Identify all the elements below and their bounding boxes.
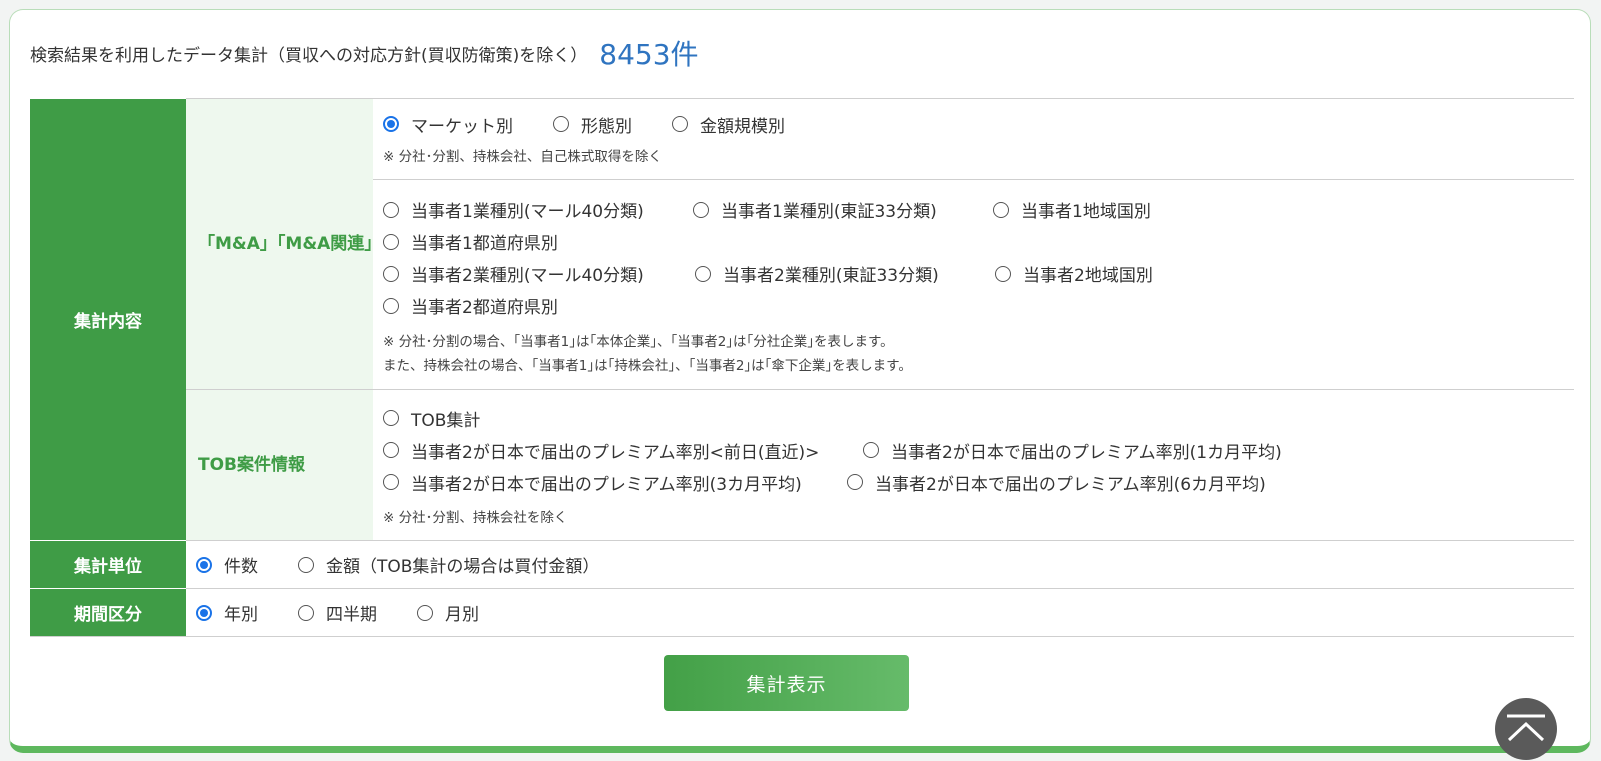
aggregation-form: 集計内容 「M&A」「M&A関連」 マーケット別 形態別 金額規模別 ※ 分社･… xyxy=(30,97,1574,637)
radio-circle[interactable] xyxy=(196,556,212,573)
radio-circle[interactable] xyxy=(417,604,433,621)
aggregate-button[interactable]: 集計表示 xyxy=(664,655,909,711)
radio-circle[interactable] xyxy=(298,604,314,621)
radio-label: 当事者2都道府県別 xyxy=(411,298,558,319)
radio-circle[interactable] xyxy=(847,474,863,490)
period-options: 年別 四半期 月別 xyxy=(186,588,1574,637)
radio-label: 月別 xyxy=(445,605,479,625)
radio-p2-industry-tse[interactable]: 当事者2業種別(東証33分類) xyxy=(695,261,995,286)
radio-label: 当事者2が日本で届出のプレミアム率別(3カ月平均) xyxy=(411,474,802,495)
period-label: 期間区分 xyxy=(30,588,186,637)
radio-p1-prefecture[interactable]: 当事者1都道府県別 xyxy=(383,229,558,254)
aggregation-panel: 検索結果を利用したデータ集計（買収への対応方針(買収防衛策)を除く） 8453件… xyxy=(9,9,1591,753)
radio-circle[interactable] xyxy=(383,265,399,282)
radio-p1-region[interactable]: 当事者1地域国別 xyxy=(993,197,1151,222)
radio-circle[interactable] xyxy=(383,474,399,490)
radio-market[interactable]: マーケット別 xyxy=(383,112,513,137)
content-label: 集計内容 xyxy=(30,98,186,541)
radio-premium-3m[interactable]: 当事者2が日本で届出のプレミアム率別(3カ月平均) xyxy=(383,470,847,495)
radio-label: 当事者2業種別(東証33分類) xyxy=(723,266,939,287)
radio-circle[interactable] xyxy=(693,201,709,218)
radio-label: 金額（TOB集計の場合は買付金額） xyxy=(326,557,600,577)
unit-options: 件数 金額（TOB集計の場合は買付金額） xyxy=(186,540,1574,589)
radio-unit-count[interactable]: 件数 xyxy=(196,552,258,577)
radio-unit-amount[interactable]: 金額（TOB集計の場合は買付金額） xyxy=(298,552,599,577)
chevron-up-icon xyxy=(1507,714,1545,742)
radio-period-month[interactable]: 月別 xyxy=(417,600,479,625)
radio-circle[interactable] xyxy=(383,410,399,426)
radio-label: 当事者1都道府県別 xyxy=(411,234,558,255)
tob-label: TOB案件情報 xyxy=(186,389,373,541)
radio-label: 当事者1業種別(マール40分類) xyxy=(411,202,644,223)
result-count: 8453件 xyxy=(599,38,699,71)
radio-circle[interactable] xyxy=(695,265,711,282)
ma-group2-note2: また、持株会社の場合、｢当事者1｣は｢持株会社｣、｢当事者2｣は｢傘下企業｣を表… xyxy=(383,357,912,374)
radio-circle[interactable] xyxy=(298,556,314,573)
radio-p2-prefecture[interactable]: 当事者2都道府県別 xyxy=(383,293,558,318)
ma-group1: マーケット別 形態別 金額規模別 ※ 分社･分割、持株会社、自己株式取得を除く xyxy=(373,97,1574,180)
heading-text: 検索結果を利用したデータ集計（買収への対応方針(買収防衛策)を除く） xyxy=(30,45,588,66)
radio-label: 金額規模別 xyxy=(700,116,785,137)
tob-note: ※ 分社･分割、持株会社を除く xyxy=(383,510,568,526)
radio-form-type-circle[interactable] xyxy=(553,116,569,133)
radio-label: 形態別 xyxy=(581,116,632,137)
radio-p2-region[interactable]: 当事者2地域国別 xyxy=(995,261,1153,286)
radio-premium-prev-day[interactable]: 当事者2が日本で届出のプレミアム率別<前日(直近)> xyxy=(383,438,863,463)
back-to-top-button[interactable] xyxy=(1495,698,1557,760)
radio-label: 当事者2地域国別 xyxy=(1023,266,1153,287)
radio-circle[interactable] xyxy=(993,201,1009,218)
radio-circle[interactable] xyxy=(383,442,399,458)
radio-label: 当事者2が日本で届出のプレミアム率別(6カ月平均) xyxy=(875,474,1266,495)
ma-group2-note1: ※ 分社･分割の場合、｢当事者1｣は｢本体企業｣、｢当事者2｣は｢分社企業｣を表… xyxy=(383,333,894,350)
ma-group2: 当事者1業種別(マール40分類) 当事者1業種別(東証33分類) 当事者1地域国… xyxy=(373,179,1574,390)
ma-group1-note: ※ 分社･分割、持株会社、自己株式取得を除く xyxy=(383,149,662,166)
radio-period-year[interactable]: 年別 xyxy=(196,600,258,625)
tob-group: TOB集計 当事者2が日本で届出のプレミアム率別<前日(直近)> 当事者2が日本… xyxy=(373,389,1574,541)
radio-circle[interactable] xyxy=(383,233,399,250)
radio-label: TOB集計 xyxy=(411,410,481,431)
radio-circle[interactable] xyxy=(196,604,212,621)
radio-label: 当事者2業種別(マール40分類) xyxy=(411,266,644,287)
radio-p1-industry-marr[interactable]: 当事者1業種別(マール40分類) xyxy=(383,197,693,222)
radio-tob-total[interactable]: TOB集計 xyxy=(383,406,480,431)
radio-premium-1m[interactable]: 当事者2が日本で届出のプレミアム率別(1カ月平均) xyxy=(863,438,1282,463)
radio-market-circle[interactable] xyxy=(383,116,399,133)
unit-label: 集計単位 xyxy=(30,540,186,589)
radio-p2-industry-marr[interactable]: 当事者2業種別(マール40分類) xyxy=(383,261,695,286)
radio-period-quarter[interactable]: 四半期 xyxy=(298,600,377,625)
radio-label: 当事者1業種別(東証33分類) xyxy=(721,202,937,223)
radio-circle[interactable] xyxy=(863,442,879,458)
radio-form-type[interactable]: 形態別 xyxy=(553,112,632,137)
radio-circle[interactable] xyxy=(383,201,399,218)
radio-amount-scale[interactable]: 金額規模別 xyxy=(672,112,785,137)
radio-amount-scale-circle[interactable] xyxy=(672,116,688,133)
radio-p1-industry-tse[interactable]: 当事者1業種別(東証33分類) xyxy=(693,197,993,222)
radio-label: マーケット別 xyxy=(411,116,513,137)
radio-label: 四半期 xyxy=(326,605,377,625)
radio-label: 件数 xyxy=(224,557,258,577)
ma-label: 「M&A」「M&A関連」 xyxy=(186,98,381,390)
radio-circle[interactable] xyxy=(383,297,399,314)
radio-circle[interactable] xyxy=(995,265,1011,282)
radio-premium-6m[interactable]: 当事者2が日本で届出のプレミアム率別(6カ月平均) xyxy=(847,470,1266,495)
radio-label: 年別 xyxy=(224,605,258,625)
panel-heading: 検索結果を利用したデータ集計（買収への対応方針(買収防衛策)を除く） 8453件 xyxy=(30,36,699,71)
radio-label: 当事者1地域国別 xyxy=(1021,202,1151,223)
radio-label: 当事者2が日本で届出のプレミアム率別(1カ月平均) xyxy=(891,442,1282,463)
radio-label: 当事者2が日本で届出のプレミアム率別<前日(直近)> xyxy=(411,442,820,463)
